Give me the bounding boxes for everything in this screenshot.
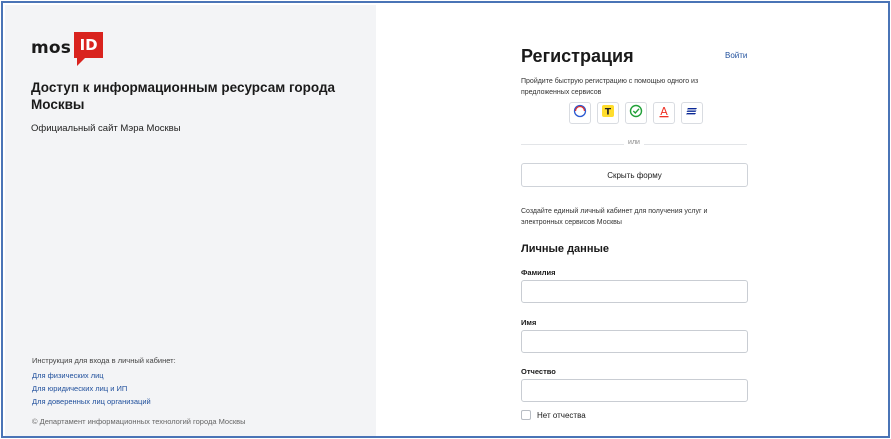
- personal-data-title: Личные данные: [521, 243, 609, 255]
- quick-registration-text: Пройдите быструю регистрацию с помощью о…: [521, 78, 699, 96]
- create-account-text: Создайте единый личный кабинет для получ…: [521, 208, 708, 226]
- patronymic-input[interactable]: [521, 379, 748, 402]
- mos-id-logo: mos ID: [31, 32, 104, 70]
- registration-panel: Регистрация Войти Пройдите быструю регис…: [376, 5, 886, 436]
- tbank-button[interactable]: Т: [597, 102, 619, 124]
- service-buttons: Т А: [569, 102, 703, 124]
- vtb-icon: [685, 104, 699, 123]
- alfa-icon: А: [657, 104, 671, 123]
- gosuslugi-icon: [573, 104, 587, 123]
- page-frame: mos ID Доступ к информационным ресурсам …: [1, 1, 890, 438]
- last-name-input[interactable]: [521, 280, 748, 303]
- tbank-icon: Т: [601, 104, 615, 123]
- link-trusted-persons[interactable]: Для доверенных лиц организаций: [32, 397, 151, 406]
- alfa-button[interactable]: А: [653, 102, 675, 124]
- logo-badge: ID: [74, 32, 104, 66]
- no-patronymic-label: Нет отчества: [537, 410, 586, 420]
- instructions-heading: Инструкция для входа в личный кабинет:: [32, 356, 176, 365]
- logo-text: mos: [31, 38, 72, 58]
- last-name-label: Фамилия: [521, 268, 556, 277]
- first-name-input[interactable]: [521, 330, 748, 353]
- no-patronymic-row[interactable]: Нет отчества: [521, 410, 586, 420]
- page-subtitle: Официальный сайт Мэра Москвы: [31, 123, 181, 134]
- link-legal-entities[interactable]: Для юридических лиц и ИП: [32, 384, 127, 393]
- gosuslugi-button[interactable]: [569, 102, 591, 124]
- copyright: © Департамент информационных технологий …: [32, 417, 246, 426]
- divider-text: или: [624, 139, 644, 146]
- registration-title: Регистрация: [521, 46, 634, 66]
- sber-icon: [629, 104, 643, 123]
- hide-form-button[interactable]: Скрыть форму: [521, 163, 748, 187]
- login-link[interactable]: Войти: [725, 51, 747, 60]
- first-name-label: Имя: [521, 318, 537, 327]
- page-title: Доступ к информационным ресурсам города …: [31, 80, 336, 112]
- left-panel: mos ID Доступ к информационным ресурсам …: [5, 5, 376, 436]
- link-individuals[interactable]: Для физических лиц: [32, 371, 104, 380]
- no-patronymic-checkbox[interactable]: [521, 410, 531, 420]
- tbank-icon-letter: Т: [605, 107, 612, 117]
- patronymic-label: Отчество: [521, 367, 556, 376]
- sber-button[interactable]: [625, 102, 647, 124]
- vtb-button[interactable]: [681, 102, 703, 124]
